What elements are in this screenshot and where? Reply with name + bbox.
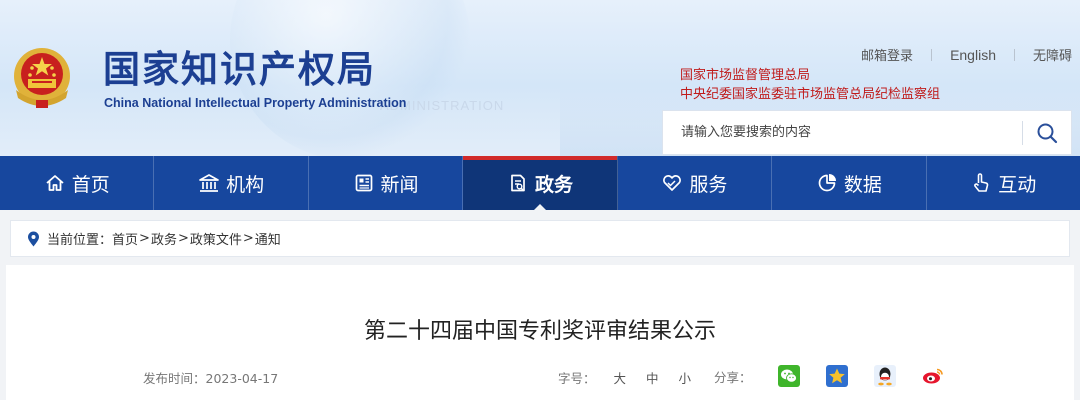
share-label: 分享： (714, 369, 752, 385)
nav-item-service[interactable]: 服务 (618, 156, 773, 210)
share-weibo-button[interactable] (921, 365, 944, 387)
samr-link[interactable]: 国家市场监督管理总局 (680, 66, 940, 85)
breadcrumb-separator: > (242, 231, 254, 246)
breadcrumb-government-affairs[interactable]: 政务 (151, 229, 177, 248)
accessibility-link[interactable]: 无障碍 (1033, 45, 1072, 64)
font-size-label: 字号： (558, 371, 596, 386)
publish-date: 2023-04-17 (205, 371, 279, 386)
qzone-icon (828, 368, 845, 384)
hand-pointer-icon (970, 172, 992, 194)
share-qq-button[interactable] (873, 365, 896, 387)
article-panel: 第二十四届中国专利奖评审结果公示 发布时间：2023-04-17 字号： 大 中… (6, 265, 1074, 400)
font-size-controls: 字号： 大 中 小 (558, 368, 711, 387)
search-button[interactable] (1023, 111, 1071, 154)
nav-item-interaction[interactable]: 互动 (927, 156, 1080, 210)
mail-login-link[interactable]: 邮箱登录 (861, 45, 913, 64)
discipline-inspection-link[interactable]: 中央纪委国家监委驻市场监管总局纪检监察组 (680, 85, 940, 104)
english-link[interactable]: English (950, 47, 996, 63)
publish-info: 发布时间：2023-04-17 (143, 368, 278, 387)
breadcrumb: 当前位置： 首页 > 政务 > 政策文件 > 通知 (10, 220, 1070, 257)
search-input[interactable] (663, 111, 1022, 154)
nav-item-label: 新闻 (380, 173, 419, 196)
nav-item-label: 政务 (534, 173, 573, 196)
site-header: ADMINISTRATION 国家知识产权局 China National In… (0, 0, 1080, 156)
nav-item-home[interactable]: 首页 (0, 156, 155, 210)
site-logo-subtitle[interactable]: China National Intellectual Property Adm… (104, 96, 406, 110)
main-nav: 首页 机构 新闻 政务 服务 数据 互动 (0, 156, 1080, 211)
nav-item-label: 机构 (226, 173, 265, 196)
heart-hand-icon (661, 172, 683, 194)
nav-item-institution[interactable]: 机构 (154, 156, 309, 210)
font-size-large-button[interactable]: 大 (614, 368, 627, 387)
breadcrumb-policy-documents[interactable]: 政策文件 (190, 229, 242, 248)
breadcrumb-notices[interactable]: 通知 (255, 229, 281, 248)
search-box (662, 110, 1072, 155)
breadcrumb-separator: > (177, 231, 189, 246)
breadcrumb-home[interactable]: 首页 (112, 229, 138, 248)
nav-item-label: 服务 (689, 173, 728, 196)
search-icon (1037, 123, 1058, 143)
top-link-divider (931, 48, 933, 61)
top-link-divider (1013, 48, 1015, 61)
breadcrumb-separator: > (139, 231, 150, 246)
breadcrumb-prefix: 当前位置： (47, 233, 113, 248)
nav-item-label: 数据 (843, 173, 882, 196)
share-wechat-button[interactable] (777, 365, 800, 387)
qq-icon (877, 367, 892, 386)
wechat-icon (780, 369, 797, 383)
pie-chart-icon (816, 172, 838, 194)
top-links: 邮箱登录 English 无障碍 (861, 45, 1072, 65)
article-title: 第二十四届中国专利奖评审结果公示 (363, 319, 716, 344)
document-icon (507, 172, 529, 194)
location-pin-icon (27, 231, 40, 247)
national-emblem-icon[interactable] (10, 44, 74, 112)
nav-item-label: 首页 (71, 173, 110, 196)
institution-icon (198, 172, 220, 194)
home-icon (44, 172, 66, 194)
share-qzone-button[interactable] (825, 365, 848, 387)
publish-label: 发布时间： (143, 371, 206, 386)
nav-item-government-affairs[interactable]: 政务 (463, 156, 618, 211)
newspaper-icon (353, 172, 375, 194)
site-logo-title[interactable]: 国家知识产权局 (103, 48, 376, 92)
nav-item-label: 互动 (998, 173, 1037, 196)
font-size-medium-button[interactable]: 中 (646, 368, 659, 387)
share-controls: 分享： (714, 365, 970, 387)
weibo-icon (922, 368, 943, 384)
nav-item-data[interactable]: 数据 (772, 156, 927, 210)
font-size-small-button[interactable]: 小 (679, 368, 692, 387)
nav-item-news[interactable]: 新闻 (309, 156, 464, 210)
agency-links: 国家市场监督管理总局 中央纪委国家监委驻市场监管总局纪检监察组 (680, 66, 940, 104)
